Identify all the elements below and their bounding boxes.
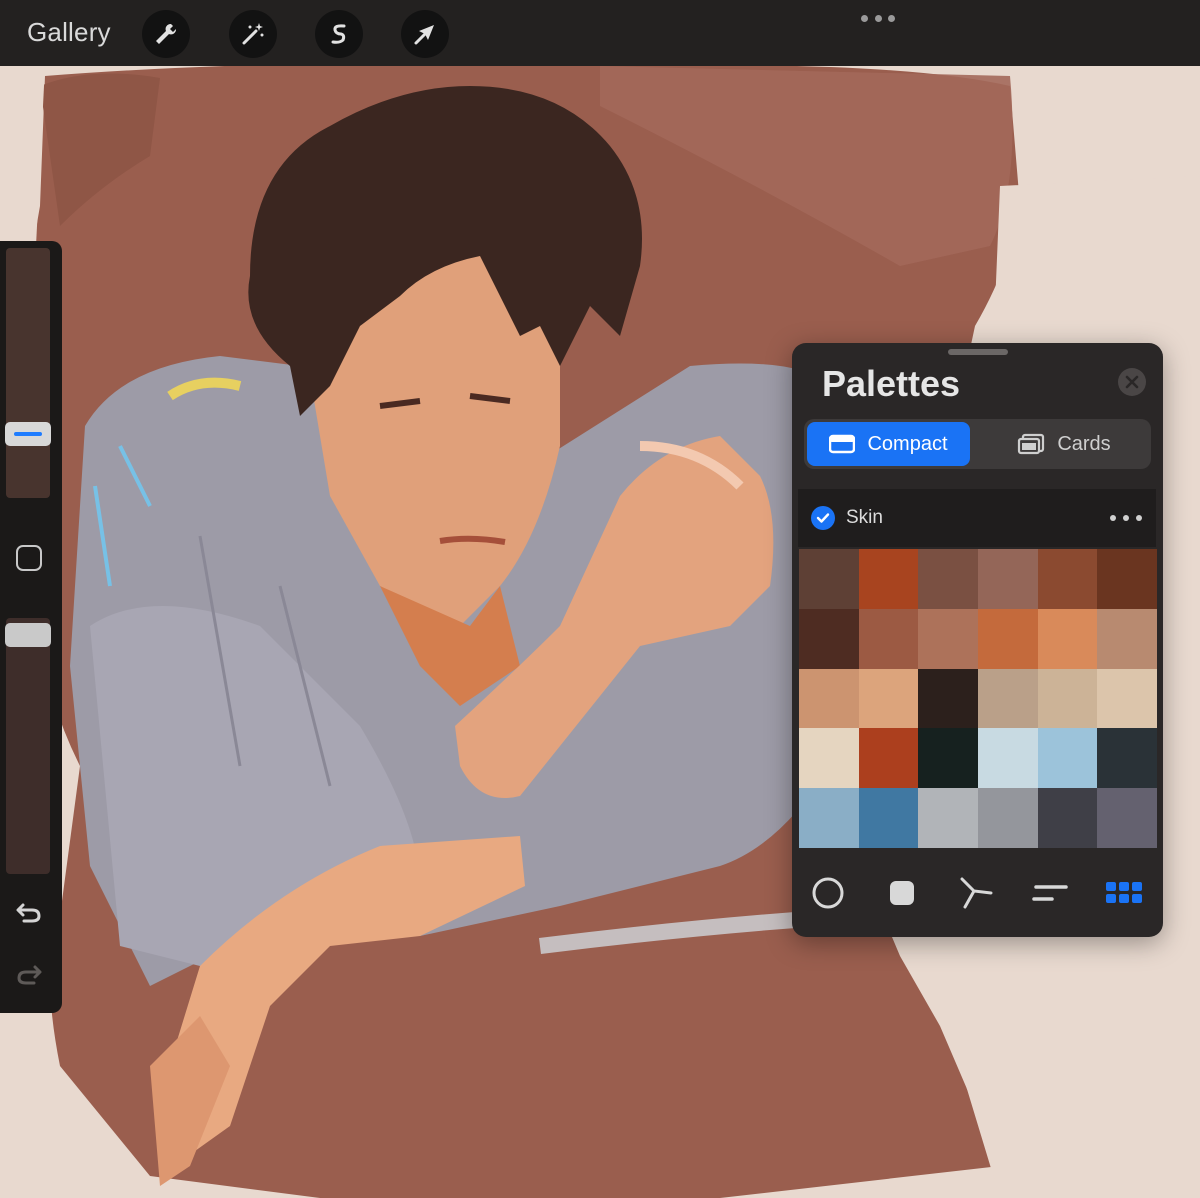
- classic-square-icon: [890, 881, 914, 905]
- color-swatch[interactable]: [1037, 608, 1098, 669]
- color-swatch[interactable]: [799, 788, 859, 848]
- mode-palettes-button[interactable]: [1104, 873, 1144, 913]
- color-swatch[interactable]: [918, 608, 979, 669]
- wrench-icon: [156, 23, 177, 44]
- close-icon: [1125, 375, 1139, 389]
- panel-title: Palettes: [822, 363, 961, 404]
- color-swatch[interactable]: [978, 608, 1038, 669]
- color-swatch[interactable]: [918, 788, 979, 848]
- color-swatch[interactable]: [1037, 549, 1098, 609]
- left-sidebar: [0, 241, 62, 1013]
- color-swatch[interactable]: [1097, 728, 1158, 789]
- color-swatch[interactable]: [1037, 788, 1098, 848]
- color-swatch[interactable]: [799, 549, 859, 609]
- undo-button[interactable]: [14, 899, 44, 927]
- palette-header[interactable]: Skin: [798, 489, 1156, 547]
- modify-button[interactable]: [16, 545, 42, 571]
- mode-classic-button[interactable]: [882, 873, 922, 913]
- color-swatch[interactable]: [799, 668, 859, 729]
- color-disc-icon: [812, 877, 844, 909]
- color-swatch[interactable]: [1097, 788, 1158, 848]
- undo-icon: [16, 903, 41, 923]
- color-swatch[interactable]: [799, 728, 859, 789]
- color-swatch[interactable]: [978, 728, 1038, 789]
- gallery-button[interactable]: Gallery: [27, 17, 111, 48]
- brush-opacity-slider[interactable]: [5, 618, 51, 874]
- ellipsis-icon: [1110, 515, 1116, 521]
- color-mode-bar: [792, 865, 1163, 921]
- arrow-cursor-icon: [414, 25, 434, 45]
- redo-icon: [17, 965, 42, 985]
- tab-compact[interactable]: Compact: [807, 422, 970, 466]
- view-mode-segmented-control: Compact Cards: [804, 419, 1151, 469]
- palette-name: Skin: [846, 507, 883, 528]
- top-toolbar: Gallery: [0, 0, 1200, 66]
- panel-grabber[interactable]: [948, 349, 1008, 355]
- color-swatch[interactable]: [918, 549, 979, 609]
- color-swatch[interactable]: [978, 788, 1038, 848]
- selection-button[interactable]: [315, 10, 363, 58]
- palette-more-button[interactable]: [1110, 515, 1142, 523]
- transform-button[interactable]: [401, 10, 449, 58]
- more-options-button[interactable]: [861, 8, 895, 28]
- color-swatch[interactable]: [1037, 668, 1098, 729]
- default-palette-check[interactable]: [811, 506, 835, 530]
- selection-s-icon: [331, 24, 346, 44]
- color-swatch[interactable]: [1097, 608, 1158, 669]
- mode-disc-button[interactable]: [808, 873, 848, 913]
- actions-button[interactable]: [142, 10, 190, 58]
- palettes-panel: Palettes Compact Cards Skin: [792, 343, 1163, 937]
- brush-opacity-handle[interactable]: [5, 623, 51, 647]
- mode-value-button[interactable]: [1030, 873, 1070, 913]
- color-swatch[interactable]: [858, 549, 919, 609]
- color-swatch[interactable]: [1097, 549, 1158, 609]
- color-swatch[interactable]: [858, 608, 919, 669]
- color-swatch[interactable]: [1037, 728, 1098, 789]
- close-button[interactable]: [1118, 368, 1146, 396]
- color-swatch[interactable]: [918, 728, 979, 789]
- checkmark-icon: [816, 513, 830, 523]
- color-swatch[interactable]: [858, 728, 919, 789]
- color-swatch[interactable]: [978, 668, 1038, 729]
- color-swatch[interactable]: [918, 668, 979, 729]
- value-sliders-icon: [1032, 885, 1068, 901]
- palette-grid-icon: [1106, 882, 1142, 903]
- color-swatch[interactable]: [1097, 668, 1158, 729]
- tab-cards[interactable]: Cards: [980, 422, 1148, 466]
- tab-cards-label: Cards: [1057, 432, 1111, 455]
- color-swatch[interactable]: [858, 668, 919, 729]
- compact-view-icon: [829, 434, 856, 454]
- color-swatch[interactable]: [858, 788, 919, 848]
- brush-size-slider[interactable]: [5, 248, 51, 498]
- color-swatch[interactable]: [978, 549, 1038, 609]
- adjustments-button[interactable]: [229, 10, 277, 58]
- color-swatch[interactable]: [799, 608, 859, 669]
- swatch-grid: [799, 549, 1158, 848]
- mode-harmony-button[interactable]: [956, 873, 996, 913]
- redo-button[interactable]: [14, 961, 44, 989]
- brush-size-handle[interactable]: [5, 422, 51, 446]
- cards-view-icon: [1018, 433, 1045, 455]
- ellipsis-icon: [861, 14, 868, 22]
- harmony-icon: [960, 877, 993, 909]
- tab-compact-label: Compact: [867, 432, 948, 455]
- magic-wand-icon: [242, 23, 264, 45]
